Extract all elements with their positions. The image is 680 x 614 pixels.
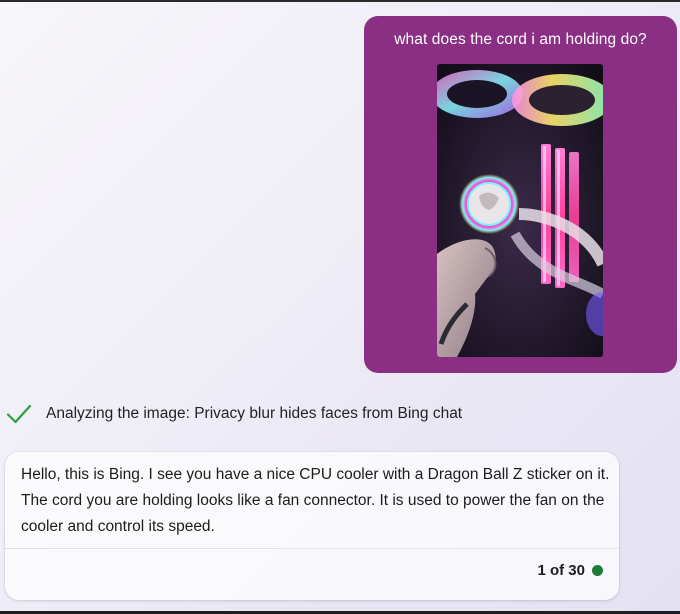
bot-message-text: Hello, this is Bing. I see you have a ni… xyxy=(21,466,610,535)
status-text: Analyzing the image: Privacy blur hides … xyxy=(46,405,463,422)
checkmark-icon xyxy=(6,404,32,424)
response-counter-text: 1 of 30 xyxy=(537,562,585,579)
user-attached-photo[interactable] xyxy=(437,64,603,357)
user-message-text: what does the cord i am holding do? xyxy=(394,31,647,48)
status-dot-icon xyxy=(592,565,603,576)
user-message-bubble: what does the cord i am holding do? xyxy=(364,16,677,373)
image-analysis-status: Analyzing the image: Privacy blur hides … xyxy=(6,400,462,428)
window-top-border xyxy=(0,0,680,2)
response-counter: 1 of 30 xyxy=(537,562,603,579)
bot-card-divider xyxy=(5,548,619,549)
photo-image xyxy=(437,64,603,357)
bot-message-card: Hello, this is Bing. I see you have a ni… xyxy=(5,452,619,600)
